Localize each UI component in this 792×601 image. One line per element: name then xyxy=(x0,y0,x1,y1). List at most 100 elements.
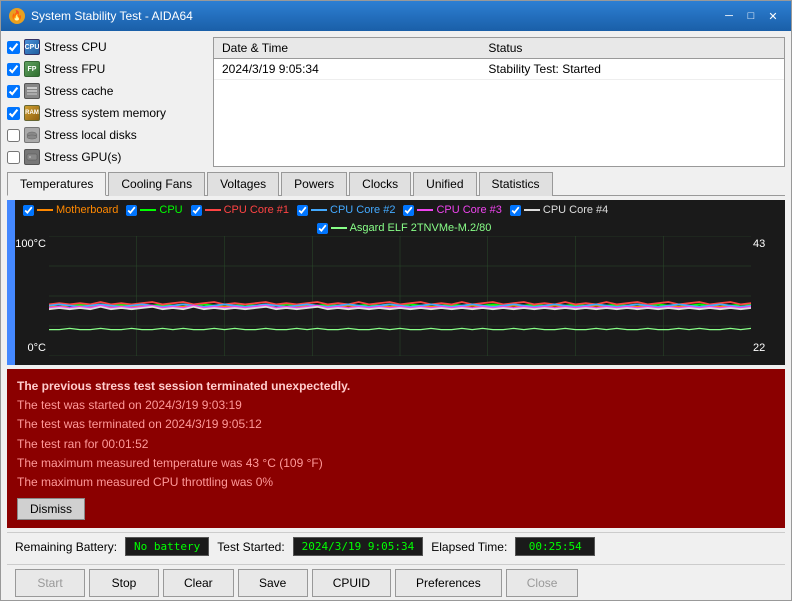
test-started-label: Test Started: xyxy=(217,540,284,554)
alert-line-0: The previous stress test session termina… xyxy=(17,377,775,396)
stress-memory-item: RAM Stress system memory xyxy=(7,103,207,123)
dismiss-button[interactable]: Dismiss xyxy=(17,498,85,520)
legend-ssd: Asgard ELF 2TNVMe-M.2/80 xyxy=(317,222,492,234)
app-icon: 🔥 xyxy=(9,8,25,24)
chart-area: 100°C 0°C xyxy=(11,236,781,356)
elapsed-label: Elapsed Time: xyxy=(431,540,507,554)
disk-icon xyxy=(24,127,40,143)
fpu-icon: FP xyxy=(24,61,40,77)
legend-core3-label: CPU Core #3 xyxy=(436,204,501,216)
cache-icon xyxy=(24,83,40,99)
tab-cooling-fans[interactable]: Cooling Fans xyxy=(108,172,205,196)
legend-ssd-line xyxy=(331,227,347,229)
chart-container: Motherboard CPU CPU Core #1 CPU Core #2 xyxy=(7,200,785,365)
bottom-buttons: Start Stop Clear Save CPUID Preferences … xyxy=(7,564,785,600)
battery-value: No battery xyxy=(125,537,209,556)
stress-gpu-item: Stress GPU(s) xyxy=(7,147,207,167)
legend-core1-check[interactable] xyxy=(191,205,202,216)
preferences-button[interactable]: Preferences xyxy=(395,569,502,597)
legend-core3-check[interactable] xyxy=(403,205,414,216)
y-values: 43 22 xyxy=(753,236,781,356)
legend-motherboard-label: Motherboard xyxy=(56,204,118,216)
start-button[interactable]: Start xyxy=(15,569,85,597)
stress-memory-checkbox[interactable] xyxy=(7,107,20,120)
y-axis-top: 100°C xyxy=(11,238,46,250)
title-bar-buttons: ─ □ ✕ xyxy=(719,6,783,26)
legend-core4-label: CPU Core #4 xyxy=(543,204,608,216)
log-table-container: Date & Time Status 2024/3/19 9:05:34 Sta… xyxy=(213,37,785,167)
top-section: CPU Stress CPU FP Stress FPU Stress cach… xyxy=(7,37,785,167)
stress-cpu-item: CPU Stress CPU xyxy=(7,37,207,57)
stress-fpu-checkbox[interactable] xyxy=(7,63,20,76)
close-button[interactable]: Close xyxy=(506,569,579,597)
legend-ssd-check[interactable] xyxy=(317,223,328,234)
legend-cpu: CPU xyxy=(126,204,182,216)
tab-temperatures[interactable]: Temperatures xyxy=(7,172,106,196)
temperature-chart-svg xyxy=(49,236,751,356)
tab-bar: Temperatures Cooling Fans Voltages Power… xyxy=(7,171,785,196)
log-col-datetime: Date & Time xyxy=(214,38,480,59)
legend-core4-line xyxy=(524,209,540,211)
stress-fpu-item: FP Stress FPU xyxy=(7,59,207,79)
alert-line-5: The maximum measured CPU throttling was … xyxy=(17,473,775,492)
battery-label: Remaining Battery: xyxy=(15,540,117,554)
gpu-icon xyxy=(24,149,40,165)
minimize-button[interactable]: ─ xyxy=(719,6,739,26)
clear-button[interactable]: Clear xyxy=(163,569,234,597)
stop-button[interactable]: Stop xyxy=(89,569,159,597)
legend-core4-check[interactable] xyxy=(510,205,521,216)
close-window-button[interactable]: ✕ xyxy=(763,6,783,26)
legend-core2-check[interactable] xyxy=(297,205,308,216)
legend-cpu-line xyxy=(140,209,156,211)
legend-core2-label: CPU Core #2 xyxy=(330,204,395,216)
legend-core1-line xyxy=(205,209,221,211)
alert-line-4: The maximum measured temperature was 43 … xyxy=(17,454,775,473)
legend-core2: CPU Core #2 xyxy=(297,204,395,216)
legend-core1-label: CPU Core #1 xyxy=(224,204,289,216)
y-value-top: 43 xyxy=(753,238,781,250)
legend-cpu-check[interactable] xyxy=(126,205,137,216)
alert-line-2: The test was terminated on 2024/3/19 9:0… xyxy=(17,415,775,434)
legend-core3: CPU Core #3 xyxy=(403,204,501,216)
cpuid-button[interactable]: CPUID xyxy=(312,569,391,597)
y-axis-bottom: 0°C xyxy=(11,342,46,354)
legend-core2-line xyxy=(311,209,327,211)
chart-legend-row1: Motherboard CPU CPU Core #1 CPU Core #2 xyxy=(7,200,785,220)
stress-options-panel: CPU Stress CPU FP Stress FPU Stress cach… xyxy=(7,37,207,167)
stress-disk-checkbox[interactable] xyxy=(7,129,20,142)
save-button[interactable]: Save xyxy=(238,569,308,597)
log-col-status: Status xyxy=(480,38,784,59)
stress-cache-item: Stress cache xyxy=(7,81,207,101)
maximize-button[interactable]: □ xyxy=(741,6,761,26)
stress-cache-label: Stress cache xyxy=(44,84,113,98)
title-bar: 🔥 System Stability Test - AIDA64 ─ □ ✕ xyxy=(1,1,791,31)
tab-unified[interactable]: Unified xyxy=(413,172,476,196)
stress-fpu-label: Stress FPU xyxy=(44,62,105,76)
tab-statistics[interactable]: Statistics xyxy=(479,172,553,196)
y-axis: 100°C 0°C xyxy=(11,236,46,356)
test-started-value: 2024/3/19 9:05:34 xyxy=(293,537,424,556)
legend-motherboard: Motherboard xyxy=(23,204,118,216)
memory-icon: RAM xyxy=(24,105,40,121)
tab-voltages[interactable]: Voltages xyxy=(207,172,279,196)
window-title: System Stability Test - AIDA64 xyxy=(31,9,719,23)
log-datetime: 2024/3/19 9:05:34 xyxy=(214,59,480,80)
legend-motherboard-line xyxy=(37,209,53,211)
legend-ssd-label: Asgard ELF 2TNVMe-M.2/80 xyxy=(350,222,492,234)
legend-cpu-label: CPU xyxy=(159,204,182,216)
stress-disk-item: Stress local disks xyxy=(7,125,207,145)
elapsed-value: 00:25:54 xyxy=(515,537,595,556)
stress-disk-label: Stress local disks xyxy=(44,128,137,142)
stress-cpu-checkbox[interactable] xyxy=(7,41,20,54)
tab-clocks[interactable]: Clocks xyxy=(349,172,411,196)
log-table: Date & Time Status 2024/3/19 9:05:34 Sta… xyxy=(214,38,784,80)
legend-core3-line xyxy=(417,209,433,211)
legend-core4: CPU Core #4 xyxy=(510,204,608,216)
legend-motherboard-check[interactable] xyxy=(23,205,34,216)
main-window: 🔥 System Stability Test - AIDA64 ─ □ ✕ C… xyxy=(0,0,792,601)
tab-powers[interactable]: Powers xyxy=(281,172,347,196)
stress-gpu-checkbox[interactable] xyxy=(7,151,20,164)
alert-line-1: The test was started on 2024/3/19 9:03:1… xyxy=(17,396,775,415)
y-value-bottom: 22 xyxy=(753,342,781,354)
stress-cache-checkbox[interactable] xyxy=(7,85,20,98)
